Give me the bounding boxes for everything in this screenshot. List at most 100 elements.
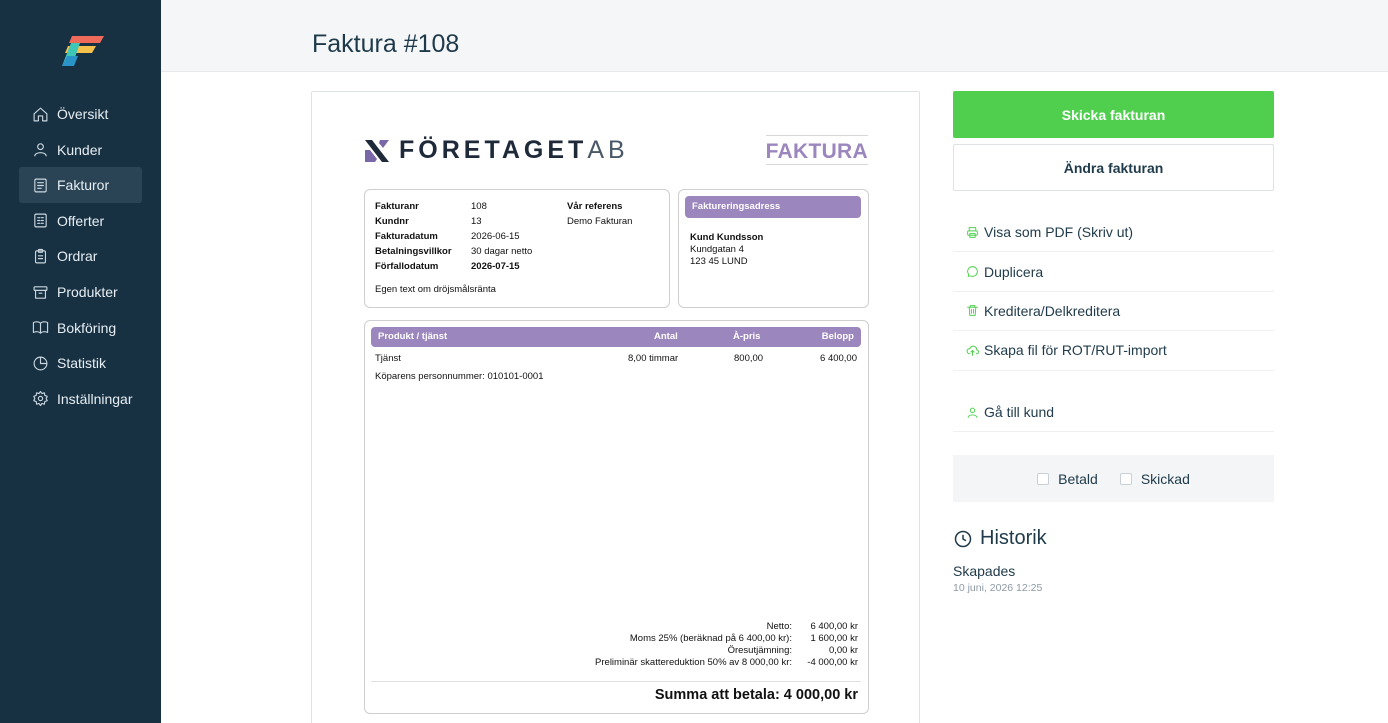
duplicate-link[interactable]: Duplicera xyxy=(953,252,1274,292)
billing-street: Kundgatan 4 xyxy=(690,244,744,255)
view-pdf-link[interactable]: Visa som PDF (Skriv ut) xyxy=(953,213,1274,253)
column-qty: Antal xyxy=(654,331,678,342)
sidebar-item-kunder[interactable]: Kunder xyxy=(19,132,142,168)
copy-icon xyxy=(966,265,979,278)
info-row: Kundnr 13 xyxy=(375,214,567,229)
sidebar-item-ordrar[interactable]: Ordrar xyxy=(19,238,142,274)
info-value: 108 xyxy=(471,201,487,212)
history-event: Skapades xyxy=(953,563,1016,579)
pie-chart-icon xyxy=(32,355,49,372)
user-icon xyxy=(32,141,49,158)
info-value: 13 xyxy=(471,216,482,227)
invoice-items-box: Produkt / tjänst Antal À-pris Belopp Tjä… xyxy=(364,320,869,714)
send-invoice-button[interactable]: Skicka fakturan xyxy=(953,91,1274,138)
total-value: 1 600,00 kr xyxy=(810,633,858,644)
sent-checkbox[interactable]: Skickad xyxy=(1119,470,1190,487)
info-row: Fakturanr 108 xyxy=(375,199,567,214)
custom-text: Egen text om dröjsmålsränta xyxy=(375,284,496,295)
company-logo-icon xyxy=(365,139,389,162)
info-label: Kundnr xyxy=(375,216,409,227)
sidebar-item-label: Inställningar xyxy=(57,390,133,407)
total-row: Moms 25% (beräknad på 6 400,00 kr): 1 600… xyxy=(595,633,858,645)
invoice-preview: FÖRETAGETAB FAKTURA Fakturanr 108 Kundnr 1… xyxy=(311,91,920,723)
divider xyxy=(371,681,861,682)
item-qty: 8,00 timmar xyxy=(628,353,679,364)
invoice-info-box: Fakturanr 108 Kundnr 13 Fakturadatum 2026-0… xyxy=(364,189,670,308)
billing-city: 123 45 LUND xyxy=(690,256,748,267)
sidebar-item-oversikt[interactable]: Översikt xyxy=(19,96,142,132)
sidebar-item-label: Fakturor xyxy=(57,177,110,194)
sidebar-item-offerter[interactable]: Offerter xyxy=(19,203,142,239)
item-amount: 6 400,00 xyxy=(820,353,857,364)
checkbox[interactable] xyxy=(1037,472,1050,485)
cloud-upload-icon xyxy=(966,344,979,357)
action-label: Duplicera xyxy=(984,263,1044,280)
reference-value: Demo Fakturan xyxy=(567,216,633,227)
info-value: 2026-07-15 xyxy=(471,261,520,272)
sidebar-item-bokforing[interactable]: Bokföring xyxy=(19,310,142,346)
sidebar-item-produkter[interactable]: Produkter xyxy=(19,274,142,310)
sidebar-item-label: Produkter xyxy=(57,284,118,301)
document-icon xyxy=(32,177,49,194)
credit-link[interactable]: Kreditera/Delkreditera xyxy=(953,292,1274,332)
rot-rut-export-link[interactable]: Skapa fil för ROT/RUT-import xyxy=(953,331,1274,371)
table-row: Tjänst 8,00 timmar 800,00 6 400,00 xyxy=(371,352,861,366)
total-row: Netto: 6 400,00 kr xyxy=(595,621,858,633)
billing-address: Kund Kundsson Kundgatan 4 123 45 LUND xyxy=(690,232,763,268)
status-checkboxes: Betald Skickad xyxy=(953,455,1274,502)
sidebar-item-label: Bokföring xyxy=(57,319,117,336)
buyer-note: Köparens personnummer: 010101-0001 xyxy=(371,370,861,384)
paid-checkbox[interactable]: Betald xyxy=(1037,471,1098,487)
info-row: Betalningsvillkor 30 dagar netto xyxy=(375,244,567,259)
history-heading: Historik xyxy=(953,527,1047,550)
total-row: Preliminär skattereduktion 50% av 8 000,… xyxy=(595,657,858,669)
info-label: Fakturanr xyxy=(375,201,419,212)
action-label: Gå till kund xyxy=(984,404,1055,421)
history-title: Historik xyxy=(980,527,1047,549)
sidebar-nav: Översikt Kunder Fakturor Offerter Ordrar… xyxy=(19,96,142,416)
checkbox-label: Skickad xyxy=(1140,470,1190,487)
sidebar: Översikt Kunder Fakturor Offerter Ordrar… xyxy=(0,0,161,723)
total-row: Öresutjämning: 0,00 kr xyxy=(595,645,858,657)
sidebar-item-statistik[interactable]: Statistik xyxy=(19,345,142,381)
invoice-totals: Netto: 6 400,00 kr Moms 25% (beräknad på … xyxy=(595,621,858,669)
info-label: Fakturadatum xyxy=(375,231,438,242)
edit-invoice-button[interactable]: Ändra fakturan xyxy=(953,144,1274,191)
column-product: Produkt / tjänst xyxy=(378,331,448,342)
sidebar-item-fakturor[interactable]: Fakturor xyxy=(19,167,142,204)
company-name: FÖRETAGETAB xyxy=(399,136,629,164)
total-label: Moms 25% (beräknad på 6 400,00 kr): xyxy=(629,633,792,644)
total-label: Öresutjämning: xyxy=(727,645,792,656)
calculator-icon xyxy=(32,212,49,229)
item-price: 800,00 xyxy=(734,353,764,364)
app-logo[interactable] xyxy=(58,32,108,68)
buyer-note-text: Köparens personnummer: 010101-0001 xyxy=(375,371,544,382)
checkbox[interactable] xyxy=(1119,472,1132,485)
page-header: Faktura #108 xyxy=(161,0,1388,72)
archive-icon xyxy=(32,284,49,301)
info-value: 30 dagar netto xyxy=(471,246,533,257)
company-logo: FÖRETAGETAB xyxy=(363,136,629,165)
sidebar-item-installningar[interactable]: Inställningar xyxy=(19,381,142,417)
total-value: -4 000,00 kr xyxy=(807,657,858,668)
info-row: Fakturadatum 2026-06-15 xyxy=(375,229,567,244)
book-icon xyxy=(32,319,49,336)
info-label: Betalningsvillkor xyxy=(375,246,452,257)
info-value: 2026-06-15 xyxy=(471,231,520,242)
history-timestamp: 10 juni, 2026 12:25 xyxy=(953,582,1043,594)
gear-icon xyxy=(32,390,49,407)
action-label: Kreditera/Delkreditera xyxy=(984,302,1121,319)
total-label: Preliminär skattereduktion 50% av 8 000,… xyxy=(595,657,792,668)
trash-icon xyxy=(966,304,979,317)
page-title: Faktura #108 xyxy=(312,30,460,58)
billing-address-title: Faktureringsadress xyxy=(685,196,861,218)
invoice-info-grid: Fakturanr 108 Kundnr 13 Fakturadatum 2026-0… xyxy=(375,199,567,274)
clipboard-icon xyxy=(32,248,49,265)
document-type-title: FAKTURA xyxy=(765,135,868,165)
action-label: Visa som PDF (Skriv ut) xyxy=(984,224,1134,241)
item-product: Tjänst xyxy=(375,353,401,364)
total-label: Netto: xyxy=(766,621,792,632)
total-value: 0,00 kr xyxy=(828,645,858,656)
sidebar-item-label: Översikt xyxy=(57,106,109,122)
goto-customer-link[interactable]: Gå till kund xyxy=(953,393,1274,433)
